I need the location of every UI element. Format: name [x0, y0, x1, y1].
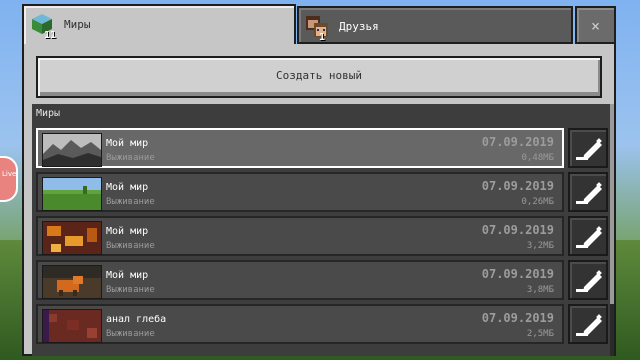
world-size: 3,2МБ: [526, 241, 554, 251]
world-size: 0,26МБ: [521, 197, 554, 207]
edit-world-button[interactable]: [568, 128, 608, 168]
tab-friends[interactable]: 1 Друзья: [297, 6, 573, 44]
world-thumbnail: [42, 177, 102, 211]
world-size: 0,48МБ: [521, 153, 554, 163]
world-thumbnail: [42, 309, 102, 343]
world-thumbnail: [42, 221, 102, 255]
edit-world-button[interactable]: [568, 260, 608, 300]
world-name: Мой мир: [106, 270, 149, 281]
world-mode: Выживание: [106, 285, 155, 295]
world-size: 3,8МБ: [526, 285, 554, 295]
pencil-icon: [576, 226, 602, 248]
worlds-list[interactable]: Миры Мой мир Выживание 07.09.2019 0,48МБ: [32, 104, 610, 356]
edit-world-button[interactable]: [568, 304, 608, 344]
world-date: 07.09.2019: [481, 223, 554, 237]
world-date: 07.09.2019: [481, 311, 554, 325]
create-new-button[interactable]: Создать новый: [36, 56, 602, 98]
edit-world-button[interactable]: [568, 172, 608, 212]
world-thumbnail: [42, 133, 102, 167]
world-mode: Выживание: [106, 197, 155, 207]
scrollbar-thumb[interactable]: [610, 104, 614, 304]
world-name: Мой мир: [106, 226, 149, 237]
close-button[interactable]: ×: [575, 6, 616, 44]
world-row[interactable]: Мой мир Выживание 07.09.2019 3,8МБ: [36, 260, 564, 300]
edit-world-button[interactable]: [568, 216, 608, 256]
world-row[interactable]: Мой мир Выживание 07.09.2019 0,26МБ: [36, 172, 564, 212]
world-row[interactable]: Мой мир Выживание 07.09.2019 0,48МБ: [36, 128, 564, 168]
world-mode: Выживание: [106, 329, 155, 339]
world-date: 07.09.2019: [481, 179, 554, 193]
pencil-icon: [576, 182, 602, 204]
tab-worlds-label: Миры: [64, 18, 91, 31]
pencil-icon: [576, 314, 602, 336]
close-icon: ×: [590, 17, 601, 35]
live-badge[interactable]: Live: [0, 156, 18, 202]
worlds-panel: Создать новый Миры Мой мир Выживание 07.…: [22, 44, 616, 356]
world-thumbnail: [42, 265, 102, 299]
play-screen: 11 Миры 1 Друзья × Создать новый Миры Мо…: [22, 4, 616, 356]
pencil-icon: [576, 270, 602, 292]
world-row[interactable]: анал глеба Выживание 07.09.2019 2,5МБ: [36, 304, 564, 344]
world-date: 07.09.2019: [481, 267, 554, 281]
tab-friends-label: Друзья: [339, 20, 379, 33]
friends-icon: [306, 16, 328, 37]
scrollbar[interactable]: [610, 104, 614, 356]
world-size: 2,5МБ: [526, 329, 554, 339]
world-name: анал глеба: [106, 314, 167, 325]
friends-count: 1: [319, 32, 326, 43]
world-date: 07.09.2019: [481, 135, 554, 149]
world-name: Мой мир: [106, 182, 149, 193]
world-mode: Выживание: [106, 153, 155, 163]
world-name: Мой мир: [106, 138, 149, 149]
section-title: Миры: [36, 108, 61, 119]
pencil-icon: [576, 138, 602, 160]
world-mode: Выживание: [106, 241, 155, 251]
worlds-count: 11: [44, 30, 57, 41]
tab-worlds[interactable]: 11 Миры: [22, 4, 296, 44]
world-row[interactable]: Мой мир Выживание 07.09.2019 3,2МБ: [36, 216, 564, 256]
